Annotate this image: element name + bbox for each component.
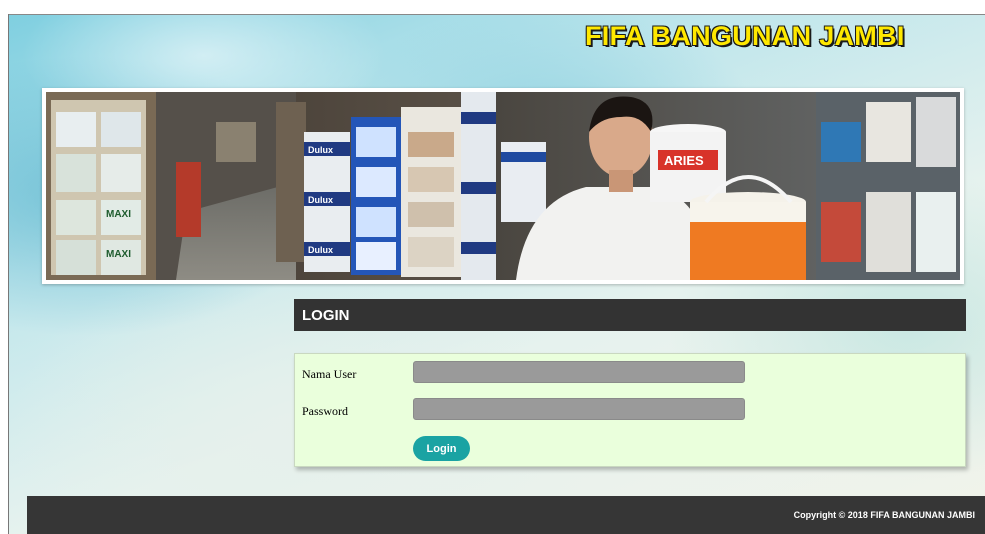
banner-photo: MAXI MAXI Dulux Dulux Dulux ARIES xyxy=(46,92,960,280)
svg-text:MAXI: MAXI xyxy=(106,209,131,220)
username-label: Nama User xyxy=(302,367,357,381)
login-button[interactable]: Login xyxy=(413,436,470,461)
frame-border-left xyxy=(8,14,9,534)
svg-text:Dulux: Dulux xyxy=(308,245,333,255)
login-heading: LOGIN xyxy=(294,299,966,331)
svg-text:MAXI: MAXI xyxy=(106,249,131,260)
password-input[interactable] xyxy=(413,398,745,420)
password-label: Password xyxy=(302,404,349,418)
username-input[interactable] xyxy=(413,361,745,383)
svg-text:Dulux: Dulux xyxy=(308,195,333,205)
copyright-text: Copyright © 2018 FIFA BANGUNAN JAMBI xyxy=(793,510,975,520)
svg-text:Dulux: Dulux xyxy=(308,145,333,155)
svg-text:ARIES: ARIES xyxy=(664,153,704,168)
banner-image: MAXI MAXI Dulux Dulux Dulux ARIES xyxy=(42,88,964,284)
footer: Copyright © 2018 FIFA BANGUNAN JAMBI xyxy=(27,496,985,534)
login-form: Nama User Password Login xyxy=(294,353,966,467)
frame-border-top xyxy=(8,14,985,15)
site-title: FIFA BANGUNAN JAMBI xyxy=(585,21,905,51)
